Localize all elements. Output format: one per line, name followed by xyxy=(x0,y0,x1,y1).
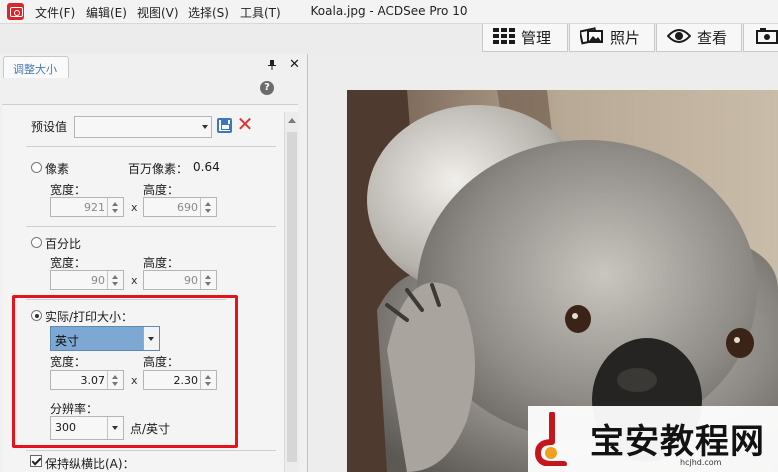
pixels-height-label: 高度： xyxy=(143,183,180,197)
delete-icon[interactable]: ✕ xyxy=(236,114,254,134)
divider xyxy=(26,450,276,451)
percent-width-label: 宽度： xyxy=(50,256,87,270)
grid-icon xyxy=(493,27,515,48)
times-sign: x xyxy=(131,274,138,287)
pixels-height-value: 690 xyxy=(177,201,198,214)
preset-select[interactable] xyxy=(74,116,212,138)
photo-icon xyxy=(578,26,604,49)
chevron-down-icon[interactable] xyxy=(205,209,211,213)
percent-label: 百分比 xyxy=(45,237,82,251)
chevron-down-icon[interactable] xyxy=(205,382,211,386)
print-height-value: 2.30 xyxy=(173,374,199,387)
chevron-up-icon[interactable] xyxy=(205,275,211,279)
chevron-down-icon[interactable] xyxy=(112,209,118,213)
times-sign: x xyxy=(131,374,138,387)
menu-edit[interactable]: 编辑(E) xyxy=(86,4,127,21)
menu-tools[interactable]: 工具(T) xyxy=(240,4,281,21)
chevron-down-icon[interactable] xyxy=(143,327,159,350)
mode-photos-label: 照片 xyxy=(610,29,641,47)
divider xyxy=(26,146,276,147)
edit-mode-icon xyxy=(756,27,778,48)
print-width-stepper[interactable]: 3.07 xyxy=(50,370,124,390)
panel-tab-resize[interactable]: 调整大小 xyxy=(3,56,69,78)
mode-bar: 管理 照片 查看 xyxy=(0,24,778,54)
scroll-thumb[interactable] xyxy=(287,132,297,462)
divider xyxy=(26,226,276,227)
eye-icon xyxy=(666,28,692,48)
keep-ratio-checkbox[interactable] xyxy=(30,455,42,467)
pin-icon[interactable] xyxy=(266,59,278,71)
print-size-radio[interactable] xyxy=(31,310,42,321)
mode-view-tab[interactable]: 查看 xyxy=(656,24,742,52)
pixels-width-label: 宽度： xyxy=(50,183,87,197)
chevron-down-icon[interactable] xyxy=(205,282,211,286)
scroll-up-icon[interactable] xyxy=(288,118,296,123)
resolution-select[interactable]: 300 xyxy=(50,416,124,440)
megapixel-value: 0.64 xyxy=(193,160,220,174)
print-size-label: 实际/打印大小： xyxy=(45,310,134,324)
pixels-width-stepper[interactable]: 921 xyxy=(50,197,124,217)
print-height-stepper[interactable]: 2.30 xyxy=(143,370,217,390)
pixels-label: 像素 xyxy=(45,162,70,176)
stepper-arrows[interactable] xyxy=(200,271,216,289)
resolution-value: 300 xyxy=(55,421,76,434)
percent-height-label: 高度： xyxy=(143,256,180,270)
menu-view[interactable]: 视图(V) xyxy=(137,4,179,21)
mode-edit-tab[interactable] xyxy=(743,24,778,52)
watermark-url: hcjhd.com xyxy=(680,458,722,467)
stepper-arrows[interactable] xyxy=(200,198,216,216)
preset-label: 预设值 xyxy=(31,120,68,134)
title-bar: 文件(F) 编辑(E) 视图(V) 选择(S) 工具(T) Koala.jpg … xyxy=(0,0,778,24)
print-width-label: 宽度： xyxy=(50,355,87,369)
help-icon[interactable]: ? xyxy=(260,81,274,95)
resolution-label: 分辨率： xyxy=(50,402,99,416)
percent-radio[interactable] xyxy=(31,237,42,248)
keep-ratio-label: 保持纵横比(A)： xyxy=(45,457,135,471)
stepper-arrows[interactable] xyxy=(107,271,123,289)
menu-file[interactable]: 文件(F) xyxy=(35,4,75,21)
chevron-up-icon[interactable] xyxy=(205,202,211,206)
save-icon[interactable] xyxy=(217,118,232,133)
mode-photos-tab[interactable]: 照片 xyxy=(569,24,655,52)
megapixel-label: 百万像素： xyxy=(128,162,189,176)
unit-value: 英寸 xyxy=(55,334,80,348)
percent-width-value: 90 xyxy=(91,274,105,287)
camera-app-icon[interactable] xyxy=(7,3,24,20)
percent-height-value: 90 xyxy=(184,274,198,287)
stepper-arrows[interactable] xyxy=(200,371,216,389)
chevron-down-icon xyxy=(202,125,208,129)
watermark-text: 宝安教程网 xyxy=(590,422,765,462)
print-width-value: 3.07 xyxy=(80,374,106,387)
mode-manage-tab[interactable]: 管理 xyxy=(482,24,568,52)
chevron-down-icon[interactable] xyxy=(112,282,118,286)
chevron-up-icon[interactable] xyxy=(205,375,211,379)
close-panel-icon[interactable]: ✕ xyxy=(288,58,301,71)
print-height-label: 高度： xyxy=(143,355,180,369)
watermark: 宝安教程网 hcjhd.com xyxy=(528,406,778,472)
percent-width-stepper[interactable]: 90 xyxy=(50,270,124,290)
stepper-arrows[interactable] xyxy=(107,198,123,216)
mode-view-label: 查看 xyxy=(697,29,728,47)
unit-select[interactable]: 英寸 xyxy=(50,326,160,351)
chevron-up-icon[interactable] xyxy=(112,202,118,206)
panel-scrollbar[interactable] xyxy=(284,112,299,472)
watermark-logo-icon xyxy=(532,411,572,467)
chevron-up-icon[interactable] xyxy=(112,275,118,279)
mode-manage-label: 管理 xyxy=(521,29,552,47)
pixels-width-value: 921 xyxy=(84,201,105,214)
times-sign: x xyxy=(131,201,138,214)
pixels-height-stepper[interactable]: 690 xyxy=(143,197,217,217)
percent-height-stepper[interactable]: 90 xyxy=(143,270,217,290)
pixels-radio[interactable] xyxy=(31,162,42,173)
divider xyxy=(26,299,226,300)
chevron-down-icon[interactable] xyxy=(107,417,123,439)
menu-select[interactable]: 选择(S) xyxy=(188,4,229,21)
stepper-arrows[interactable] xyxy=(107,371,123,389)
chevron-up-icon[interactable] xyxy=(112,375,118,379)
chevron-down-icon[interactable] xyxy=(112,382,118,386)
resolution-unit: 点/英寸 xyxy=(130,422,171,436)
